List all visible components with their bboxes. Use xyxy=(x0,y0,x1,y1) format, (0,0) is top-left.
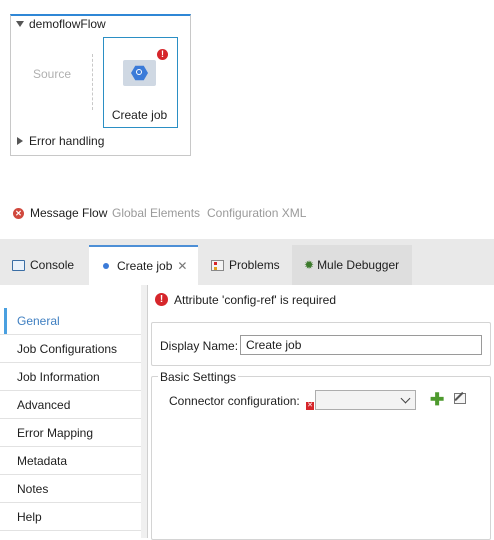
sidebar-item-job-information[interactable]: Job Information xyxy=(0,364,141,391)
basic-settings-title: Basic Settings xyxy=(158,370,239,384)
tab-mule-debugger-label: Mule Debugger xyxy=(317,258,400,272)
panel-splitter[interactable] xyxy=(141,285,148,538)
tab-problems[interactable]: Problems xyxy=(211,245,280,285)
connector-config-select[interactable] xyxy=(315,390,416,410)
sidebar-item-metadata[interactable]: Metadata xyxy=(0,448,141,475)
field-error-icon: ✕ xyxy=(306,402,314,410)
tab-mule-debugger[interactable]: ✹ Mule Debugger xyxy=(292,245,412,285)
sidebar-item-advanced[interactable]: Advanced xyxy=(0,392,141,419)
create-job-tab-icon xyxy=(103,263,109,269)
flow-name[interactable]: demoflowFlow xyxy=(29,17,106,31)
properties-sidebar: General Job Configurations Job Informati… xyxy=(0,285,142,538)
collapse-flow-icon[interactable] xyxy=(16,21,24,27)
sidebar-item-general[interactable]: General xyxy=(0,308,141,335)
display-name-input[interactable] xyxy=(240,335,482,355)
error-handling-label[interactable]: Error handling xyxy=(29,134,104,148)
sidebar-item-job-configurations[interactable]: Job Configurations xyxy=(0,336,141,363)
add-config-icon[interactable]: ✚ xyxy=(430,391,444,408)
close-icon[interactable]: ✕ xyxy=(177,259,187,273)
sidebar-item-notes[interactable]: Notes xyxy=(0,476,141,503)
bug-icon: ✹ xyxy=(304,258,315,272)
tab-configuration-xml[interactable]: Configuration XML xyxy=(207,206,306,220)
source-placeholder[interactable]: Source xyxy=(33,67,71,81)
error-icon: ! xyxy=(155,293,168,306)
source-divider xyxy=(92,54,93,110)
chevron-down-icon xyxy=(400,393,411,404)
problems-icon xyxy=(211,259,224,271)
connector-config-label: Connector configuration: xyxy=(169,394,300,408)
component-icon-frame xyxy=(123,60,156,86)
tab-console[interactable]: Console xyxy=(12,245,74,285)
google-cloud-icon xyxy=(131,65,148,81)
tab-message-flow[interactable]: Message Flow xyxy=(30,206,107,220)
error-message: Attribute 'config-ref' is required xyxy=(174,293,336,307)
error-x-icon: ✕ xyxy=(13,208,24,219)
component-label: Create job xyxy=(111,108,168,122)
tab-create-job-label: Create job xyxy=(117,259,173,273)
sidebar-item-error-mapping[interactable]: Error Mapping xyxy=(0,420,141,447)
tab-global-elements[interactable]: Global Elements xyxy=(112,206,200,220)
display-name-label: Display Name: xyxy=(160,339,239,353)
error-badge-icon: ! xyxy=(157,49,168,60)
console-icon xyxy=(12,259,25,271)
tab-create-job[interactable]: Create job ✕ xyxy=(89,245,198,285)
expand-error-handling-icon[interactable] xyxy=(17,137,23,145)
edit-config-icon[interactable] xyxy=(454,391,466,404)
tab-problems-label: Problems xyxy=(229,258,280,272)
sidebar-item-help[interactable]: Help xyxy=(0,504,141,531)
tab-console-label: Console xyxy=(30,258,75,272)
